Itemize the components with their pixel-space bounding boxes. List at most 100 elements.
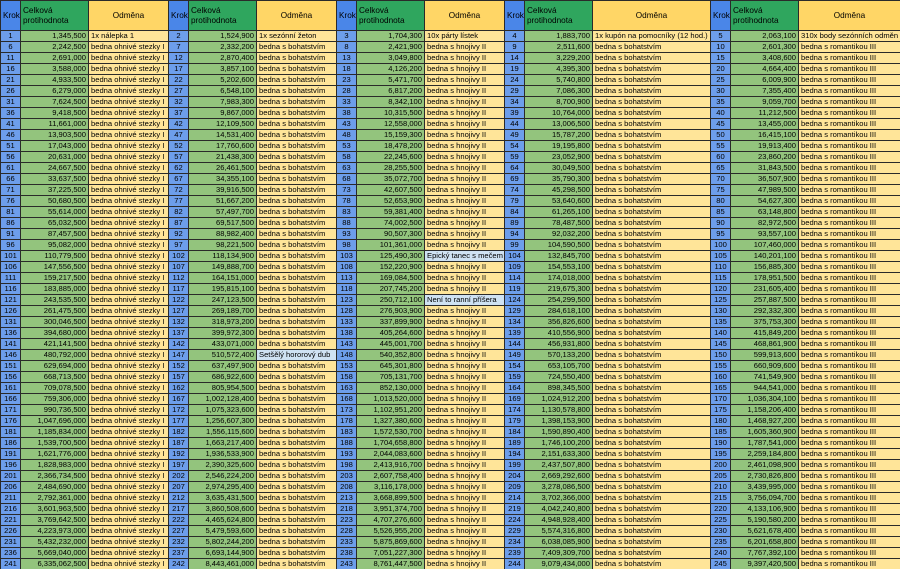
reward-cell[interactable]: bedna s hnojivy II <box>424 206 505 218</box>
reward-cell[interactable]: bedna s hnojivy II <box>424 525 505 537</box>
total-cell[interactable]: 1,539,700,500 <box>20 437 89 449</box>
step-cell[interactable]: 28 <box>336 85 357 97</box>
total-cell[interactable]: 2,366,734,500 <box>20 470 89 482</box>
step-cell[interactable]: 67 <box>168 173 189 185</box>
step-cell[interactable]: 239 <box>504 547 525 559</box>
step-cell[interactable]: 172 <box>168 404 189 416</box>
reward-cell[interactable]: bedna s bohatstvím <box>592 272 711 284</box>
step-cell[interactable]: 19 <box>504 63 525 75</box>
total-cell[interactable]: 300,046,500 <box>20 316 89 328</box>
step-cell[interactable]: 24 <box>504 74 525 86</box>
step-cell[interactable]: 221 <box>0 514 21 526</box>
reward-cell[interactable]: bedna s romantikou III <box>798 96 900 108</box>
step-cell[interactable]: 132 <box>168 316 189 328</box>
total-cell[interactable]: 2,974,295,400 <box>188 481 257 493</box>
total-cell[interactable]: 74,002,500 <box>356 217 425 229</box>
total-cell[interactable]: 35,072,700 <box>356 173 425 185</box>
step-cell[interactable]: 63 <box>336 162 357 174</box>
reward-cell[interactable]: bedna s bohatstvím <box>592 371 711 383</box>
step-cell[interactable]: 183 <box>336 426 357 438</box>
step-cell[interactable]: 74 <box>504 184 525 196</box>
reward-cell[interactable]: bedna s romantikou III <box>798 371 900 383</box>
total-cell[interactable]: 2,870,400 <box>188 52 257 64</box>
step-cell[interactable]: 33 <box>336 96 357 108</box>
step-cell[interactable]: 180 <box>710 415 731 427</box>
step-cell[interactable]: 89 <box>504 217 525 229</box>
reward-cell[interactable]: bedna s hnojivy II <box>424 41 505 53</box>
total-cell[interactable]: 1,704,658,800 <box>356 437 425 449</box>
reward-cell[interactable]: bedna ohnivé stezky I <box>88 426 169 438</box>
step-cell[interactable]: 133 <box>336 316 357 328</box>
reward-cell[interactable]: bedna ohnivé stezky I <box>88 206 169 218</box>
total-cell[interactable]: 2,437,507,800 <box>524 459 593 471</box>
total-cell[interactable]: 4,042,240,800 <box>524 503 593 515</box>
total-cell[interactable]: 410,556,900 <box>524 327 593 339</box>
step-cell[interactable]: 236 <box>0 547 21 559</box>
total-cell[interactable]: 686,922,600 <box>188 371 257 383</box>
reward-cell[interactable]: bedna s hnojivy II <box>424 129 505 141</box>
step-cell[interactable]: 25 <box>710 74 731 86</box>
reward-cell[interactable]: bedna s bohatstvím <box>592 459 711 471</box>
step-cell[interactable]: 171 <box>0 404 21 416</box>
total-cell[interactable]: 2,332,200 <box>188 41 257 53</box>
step-cell[interactable]: 176 <box>0 415 21 427</box>
total-cell[interactable]: 1,468,927,200 <box>730 415 799 427</box>
reward-cell[interactable]: 1x sezónní žeton <box>256 30 337 42</box>
reward-cell[interactable]: bedna s bohatstvím <box>592 228 711 240</box>
step-cell[interactable]: 148 <box>336 349 357 361</box>
reward-cell[interactable]: bedna ohnivé stezky I <box>88 52 169 64</box>
reward-cell[interactable]: bedna ohnivé stezky I <box>88 503 169 515</box>
reward-cell[interactable]: bedna s bohatstvím <box>256 52 337 64</box>
total-cell[interactable]: 1,524,900 <box>188 30 257 42</box>
total-cell[interactable]: 1,590,890,400 <box>524 426 593 438</box>
total-cell[interactable]: 1,002,128,400 <box>188 393 257 405</box>
reward-cell[interactable]: bedna s bohatstvím <box>256 448 337 460</box>
step-cell[interactable]: 49 <box>504 129 525 141</box>
reward-cell[interactable]: bedna ohnivé stezky I <box>88 107 169 119</box>
step-cell[interactable]: 175 <box>710 404 731 416</box>
total-cell[interactable]: 22,245,600 <box>356 151 425 163</box>
total-cell[interactable]: 57,497,700 <box>188 206 257 218</box>
step-cell[interactable]: 128 <box>336 305 357 317</box>
total-cell[interactable]: 37,225,500 <box>20 184 89 196</box>
total-cell[interactable]: 33,637,500 <box>20 173 89 185</box>
step-cell[interactable]: 99 <box>504 239 525 251</box>
step-cell[interactable]: 243 <box>336 558 357 569</box>
total-cell[interactable]: 28,255,500 <box>356 162 425 174</box>
total-cell[interactable]: 660,909,600 <box>730 360 799 372</box>
total-cell[interactable]: 7,624,500 <box>20 96 89 108</box>
step-cell[interactable]: 102 <box>168 250 189 262</box>
total-cell[interactable]: 95,082,000 <box>20 239 89 251</box>
step-cell[interactable]: 91 <box>0 228 21 240</box>
total-cell[interactable]: 2,607,758,400 <box>356 470 425 482</box>
total-cell[interactable]: 284,618,100 <box>524 305 593 317</box>
reward-cell[interactable]: bedna s romantikou III <box>798 151 900 163</box>
reward-cell[interactable]: bedna s hnojivy II <box>424 283 505 295</box>
step-cell[interactable]: 3 <box>336 30 357 42</box>
reward-cell[interactable]: bedna s romantikou III <box>798 41 900 53</box>
step-cell[interactable]: 186 <box>0 437 21 449</box>
step-cell[interactable]: 135 <box>710 316 731 328</box>
step-cell[interactable]: 117 <box>168 283 189 295</box>
step-cell[interactable]: 197 <box>168 459 189 471</box>
header-step[interactable]: Krok <box>336 0 357 31</box>
total-cell[interactable]: 5,432,232,000 <box>20 536 89 548</box>
reward-cell[interactable]: bedna s romantikou III <box>798 52 900 64</box>
step-cell[interactable]: 168 <box>336 393 357 405</box>
total-cell[interactable]: 15,159,300 <box>356 129 425 141</box>
step-cell[interactable]: 46 <box>0 129 21 141</box>
total-cell[interactable]: 82,972,500 <box>730 217 799 229</box>
total-cell[interactable]: 13,006,500 <box>524 118 593 130</box>
total-cell[interactable]: 709,078,500 <box>20 382 89 394</box>
step-cell[interactable]: 105 <box>710 250 731 262</box>
reward-cell[interactable]: bedna s hnojivy II <box>424 327 505 339</box>
total-cell[interactable]: 4,465,624,800 <box>188 514 257 526</box>
step-cell[interactable]: 191 <box>0 448 21 460</box>
step-cell[interactable]: 214 <box>504 492 525 504</box>
header-step[interactable]: Krok <box>0 0 21 31</box>
reward-cell[interactable]: bedna s romantikou III <box>798 316 900 328</box>
reward-cell[interactable]: bedna ohnivé stezky I <box>88 382 169 394</box>
step-cell[interactable]: 76 <box>0 195 21 207</box>
total-cell[interactable]: 17,043,000 <box>20 140 89 152</box>
total-cell[interactable]: 7,767,392,100 <box>730 547 799 559</box>
